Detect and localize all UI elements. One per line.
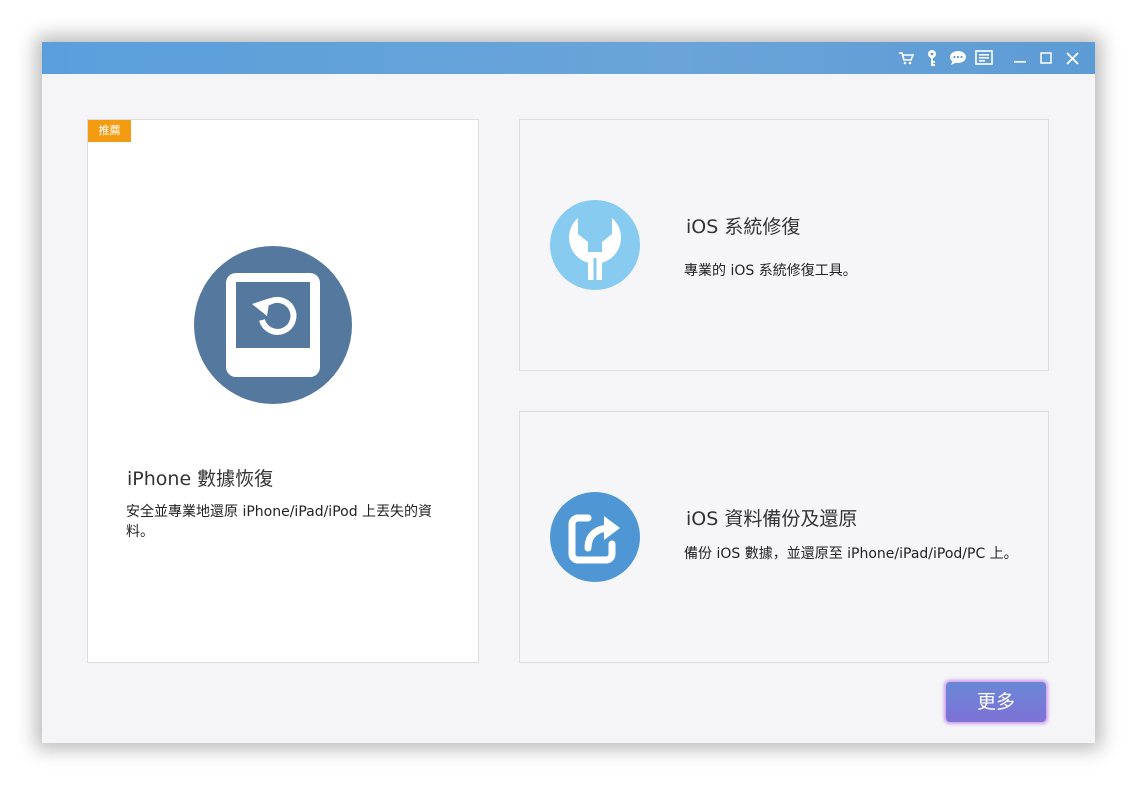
wrench-icon bbox=[550, 200, 640, 290]
cart-icon[interactable] bbox=[893, 42, 919, 74]
title-bar-controls bbox=[893, 42, 1085, 74]
app-window: 推薦 iPhone 數據恢復 安全並專業地還原 iPhone/iPad/iPod… bbox=[42, 42, 1095, 743]
backup-share-icon bbox=[550, 492, 640, 582]
ios-system-repair-card[interactable]: iOS 系統修復 專業的 iOS 系統修復工具。 bbox=[519, 119, 1049, 371]
minimize-icon[interactable] bbox=[1007, 42, 1033, 74]
ios-system-repair-title: iOS 系統修復 bbox=[686, 216, 801, 238]
iphone-data-recovery-card[interactable]: 推薦 iPhone 數據恢復 安全並專業地還原 iPhone/iPad/iPod… bbox=[87, 119, 479, 663]
device-restore-icon bbox=[194, 246, 352, 404]
ios-system-repair-description: 專業的 iOS 系統修復工具。 bbox=[684, 263, 857, 279]
ios-backup-restore-description: 備份 iOS 數據，並還原至 iPhone/iPad/iPod/PC 上。 bbox=[684, 546, 1018, 562]
ios-backup-restore-title: iOS 資料備份及還原 bbox=[686, 508, 858, 530]
maximize-icon[interactable] bbox=[1033, 42, 1059, 74]
chat-icon[interactable] bbox=[945, 42, 971, 74]
more-button[interactable]: 更多 bbox=[946, 682, 1046, 722]
close-icon[interactable] bbox=[1059, 42, 1085, 74]
iphone-data-recovery-title: iPhone 數據恢復 bbox=[127, 468, 274, 490]
ios-backup-restore-card[interactable]: iOS 資料備份及還原 備份 iOS 數據，並還原至 iPhone/iPad/i… bbox=[519, 411, 1049, 663]
iphone-data-recovery-description: 安全並專業地還原 iPhone/iPad/iPod 上丟失的資料。 bbox=[126, 504, 433, 540]
recommended-badge: 推薦 bbox=[88, 120, 131, 142]
key-icon[interactable] bbox=[919, 42, 945, 74]
title-bar bbox=[42, 42, 1095, 74]
menu-icon[interactable] bbox=[971, 42, 997, 74]
